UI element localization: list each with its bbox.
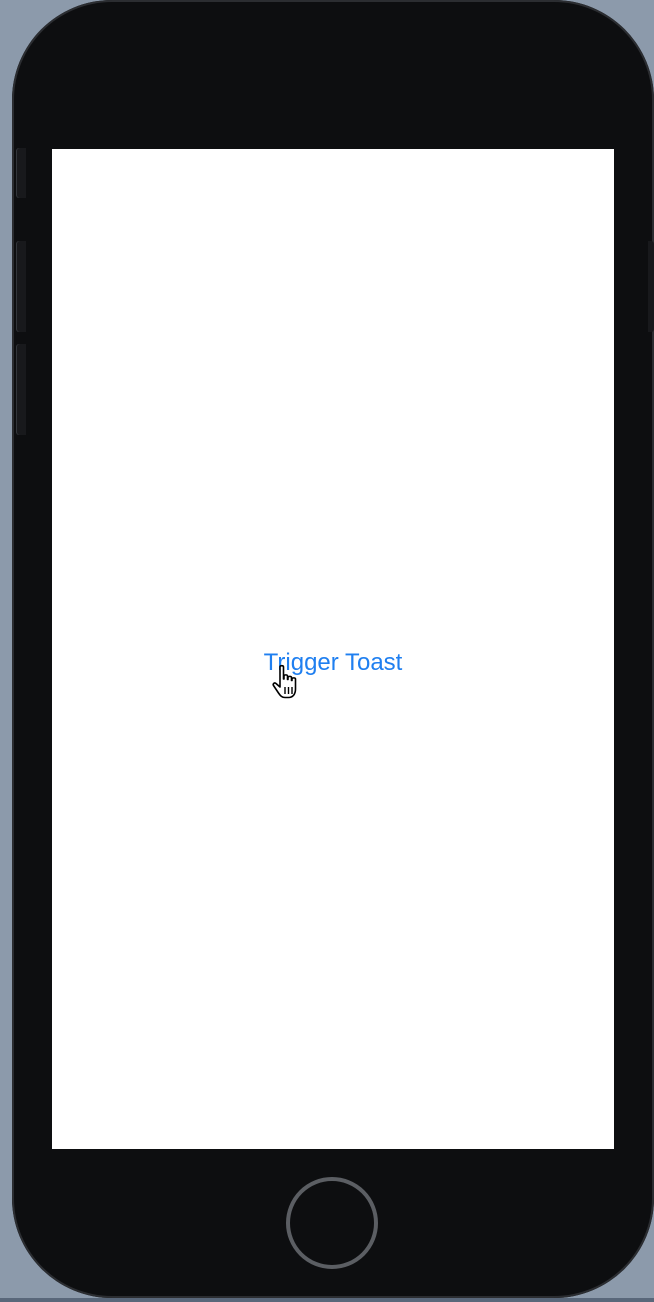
app-screen: Trigger Toast bbox=[52, 149, 614, 1149]
volume-up-button bbox=[16, 241, 26, 332]
trigger-toast-button[interactable]: Trigger Toast bbox=[52, 647, 614, 679]
mute-switch bbox=[16, 148, 26, 198]
hand-pointer-cursor-icon bbox=[272, 664, 297, 699]
home-button[interactable] bbox=[286, 1177, 378, 1269]
volume-down-button bbox=[16, 344, 26, 435]
power-button bbox=[648, 241, 654, 332]
desktop-bottom-edge bbox=[0, 1298, 654, 1302]
